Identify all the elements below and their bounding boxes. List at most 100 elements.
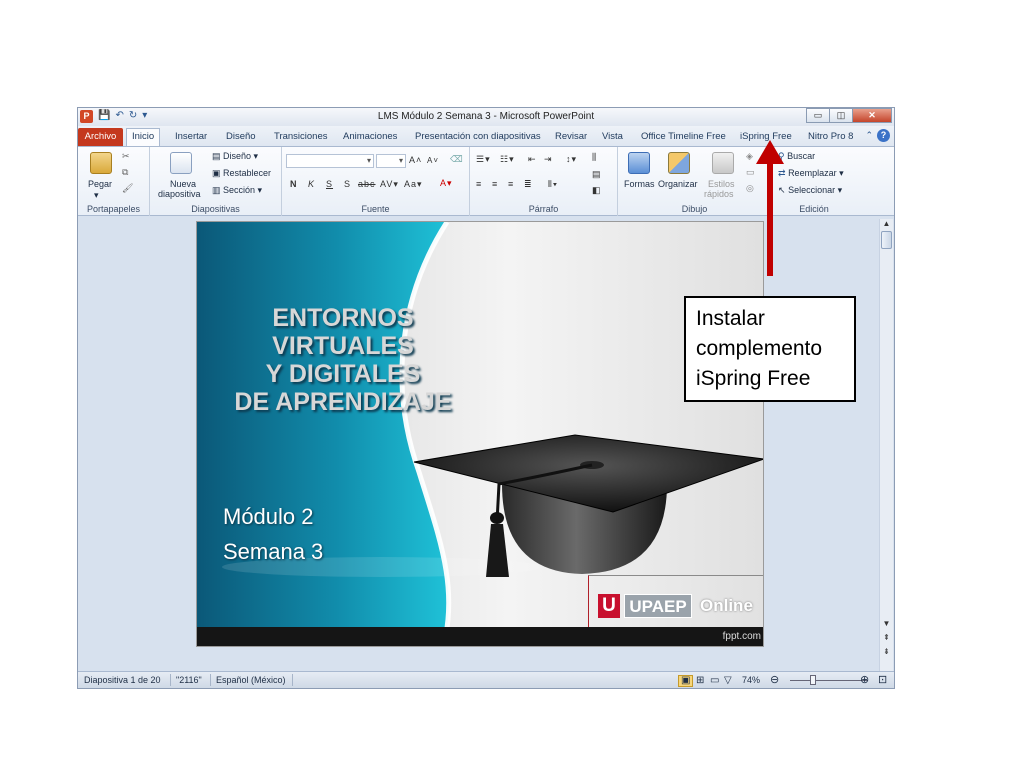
tab-revisar[interactable]: Revisar: [555, 129, 587, 146]
format-painter-icon[interactable]: 🖌: [122, 183, 133, 194]
cut-icon[interactable]: ✂: [122, 151, 130, 162]
callout-line-3: iSpring Free: [696, 367, 811, 390]
paste-button[interactable]: Pegar: [88, 179, 112, 190]
slide-footer-bar: fppt.com: [197, 627, 763, 646]
shrink-font-button[interactable]: A˅: [427, 156, 439, 165]
quick-styles-icon[interactable]: [712, 152, 734, 174]
vertical-scrollbar[interactable]: ▲ ▼ ⇞ ⇟: [879, 219, 893, 671]
close-button[interactable]: ✕: [852, 108, 892, 123]
tab-office-timeline[interactable]: Office Timeline Free: [641, 129, 726, 146]
tab-transiciones[interactable]: Transiciones: [274, 129, 328, 146]
shadow-button[interactable]: S: [344, 179, 351, 189]
shape-fill-icon[interactable]: ◈: [746, 151, 754, 162]
smartart-icon[interactable]: ◧: [592, 185, 602, 196]
zoom-in-icon[interactable]: ⊕: [860, 673, 869, 686]
align-center-icon[interactable]: ≡: [492, 179, 498, 189]
slide-count: Diapositiva 1 de 20: [84, 675, 161, 685]
zoom-out-icon[interactable]: ⊖: [770, 673, 779, 686]
tab-diseno[interactable]: Diseño: [226, 129, 256, 146]
normal-view-icon[interactable]: ▣: [678, 675, 694, 687]
slideshow-icon[interactable]: ▽: [724, 675, 732, 686]
justify-icon[interactable]: ≣: [524, 179, 533, 190]
tab-inicio[interactable]: Inicio: [126, 128, 161, 146]
grow-font-button[interactable]: A˄: [409, 155, 422, 165]
paste-icon[interactable]: [90, 152, 112, 174]
slide-sorter-icon[interactable]: ⊞: [696, 675, 704, 686]
slide-footer-text: fppt.com: [722, 631, 761, 642]
text-direction-icon[interactable]: ⫼: [592, 152, 597, 163]
italic-button[interactable]: K: [308, 179, 315, 189]
zoom-slider-knob[interactable]: [810, 675, 816, 685]
font-name-combo[interactable]: ▾: [286, 154, 374, 168]
align-left-icon[interactable]: ≡: [476, 179, 482, 189]
shapes-icon[interactable]: [628, 152, 650, 174]
group-portapapeles: Pegar ▾ ✂ ⧉ 🖌 Portapapeles: [78, 147, 150, 216]
theme-name[interactable]: "2116": [176, 675, 202, 685]
columns-icon[interactable]: ⫴▾: [548, 179, 558, 190]
numbering-icon[interactable]: ☷▾: [500, 154, 515, 165]
change-case-button[interactable]: Aa▾: [404, 179, 423, 190]
fit-to-window-icon[interactable]: ⊡: [878, 673, 887, 686]
tab-vista[interactable]: Vista: [602, 129, 623, 146]
tab-animaciones[interactable]: Animaciones: [343, 129, 397, 146]
line-spacing-icon[interactable]: ↕▾: [566, 154, 577, 165]
align-right-icon[interactable]: ≡: [508, 179, 514, 189]
replace-label: Reemplazar: [788, 168, 837, 178]
next-slide-icon[interactable]: ⇟: [880, 647, 893, 657]
tab-nitro-pro[interactable]: Nitro Pro 8: [808, 129, 853, 146]
new-slide-icon[interactable]: [170, 152, 192, 174]
annotation-arrow: [756, 140, 784, 276]
tab-bar-icons: ⌃ ?: [865, 129, 890, 142]
paste-dropdown-icon[interactable]: ▾: [94, 190, 99, 201]
scroll-up-icon[interactable]: ▲: [880, 219, 893, 229]
slide-subtitle-line-2: Semana 3: [223, 539, 324, 564]
minimize-button[interactable]: ▭: [806, 108, 830, 123]
arrange-icon[interactable]: [668, 152, 690, 174]
new-slide-label-2[interactable]: diapositiva: [158, 189, 201, 200]
group-parrafo: ☰▾ ☷▾ ⇤ ⇥ ↕▾ ⫼ ≡ ≡ ≡ ≣ ⫴▾ ▤ ◧ Párrafo: [470, 147, 618, 216]
slide-subtitle[interactable]: Módulo 2 Semana 3: [223, 499, 323, 569]
language-indicator[interactable]: Español (México): [216, 675, 286, 685]
bold-button[interactable]: N: [290, 179, 298, 189]
bullets-icon[interactable]: ☰▾: [476, 154, 491, 165]
restore-button[interactable]: ◫: [829, 108, 853, 123]
align-text-icon[interactable]: ▤: [592, 169, 602, 180]
char-spacing-button[interactable]: AV▾: [380, 179, 399, 190]
scroll-thumb[interactable]: [881, 231, 892, 249]
title-bar: P 💾 ↶ ↻ ▾ LMS Módulo 2 Semana 3 - Micros…: [78, 108, 894, 126]
arrange-button[interactable]: Organizar: [658, 179, 698, 190]
tab-presentacion[interactable]: Presentación con diapositivas: [415, 129, 541, 146]
brand-u-mark: U: [598, 594, 620, 618]
group-label-portapapeles: Portapapeles: [86, 204, 141, 214]
tab-archivo[interactable]: Archivo: [78, 128, 123, 146]
underline-button[interactable]: S: [326, 179, 333, 189]
reset-button[interactable]: ▣ Restablecer: [212, 168, 271, 179]
font-color-label: A: [440, 178, 448, 188]
previous-slide-icon[interactable]: ⇞: [880, 633, 893, 643]
clear-format-icon[interactable]: ⌫: [450, 154, 464, 165]
copy-icon[interactable]: ⧉: [122, 167, 128, 178]
decrease-indent-icon[interactable]: ⇤: [528, 154, 537, 165]
scroll-down-icon[interactable]: ▼: [880, 619, 893, 629]
zoom-level[interactable]: 74%: [742, 675, 760, 685]
tab-insertar[interactable]: Insertar: [175, 129, 207, 146]
strikethrough-button[interactable]: abc: [358, 179, 376, 189]
reading-view-icon[interactable]: ▭: [710, 675, 719, 686]
font-size-combo[interactable]: ▾: [376, 154, 406, 168]
quick-styles-label-2[interactable]: rápidos: [704, 189, 734, 200]
shape-effects-icon[interactable]: ◎: [746, 183, 755, 194]
increase-indent-icon[interactable]: ⇥: [544, 154, 553, 165]
shapes-button[interactable]: Formas: [624, 179, 655, 190]
font-color-button[interactable]: A▾: [440, 178, 453, 189]
slide-canvas[interactable]: ENTORNOS VIRTUALES Y DIGITALES DE APREND…: [196, 221, 764, 647]
help-icon[interactable]: ?: [877, 129, 890, 142]
replace-button[interactable]: ⇄ Reemplazar ▾: [778, 168, 844, 179]
slide-title[interactable]: ENTORNOS VIRTUALES Y DIGITALES DE APREND…: [203, 304, 483, 416]
layout-button[interactable]: ▤ Diseño ▾: [212, 151, 258, 162]
zoom-slider[interactable]: [790, 680, 868, 681]
select-button[interactable]: ↖ Seleccionar ▾: [778, 185, 842, 196]
section-button[interactable]: ▥ Sección ▾: [212, 185, 262, 196]
callout-line-1: Instalar: [696, 307, 765, 330]
brand-online-text: Online: [700, 596, 753, 615]
minimize-ribbon-icon[interactable]: ⌃: [865, 130, 873, 141]
